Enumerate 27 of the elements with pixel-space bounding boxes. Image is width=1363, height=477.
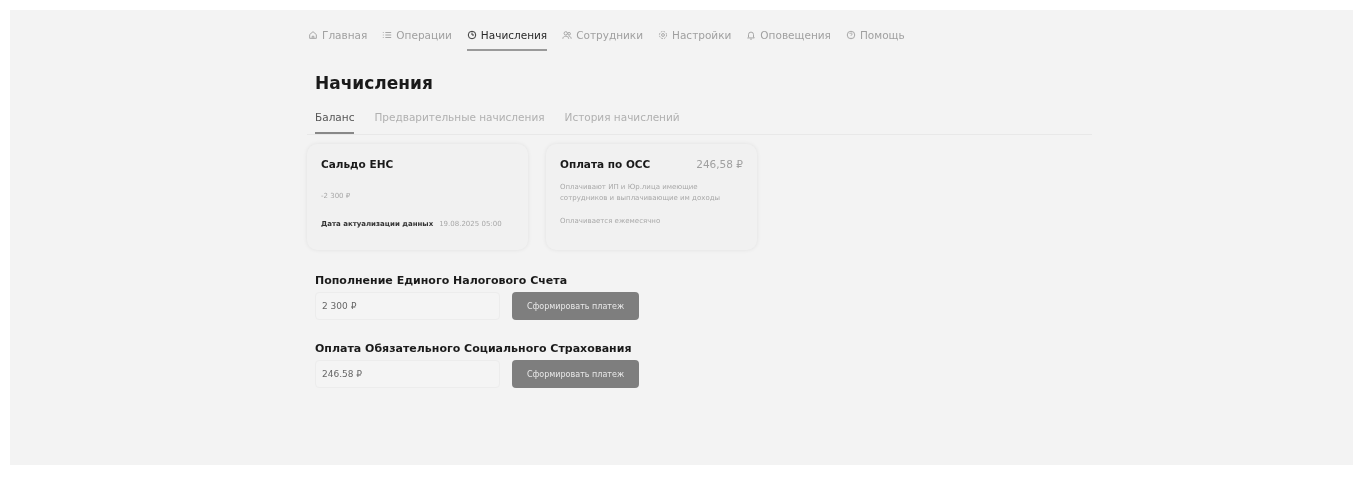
people-icon: [562, 30, 573, 40]
page-title: Начисления: [315, 73, 434, 93]
bell-icon: [746, 30, 757, 40]
amount-field[interactable]: 2 300 ₽: [315, 292, 500, 320]
card-title: Сальдо ЕНС: [321, 158, 395, 170]
help-icon: [845, 30, 856, 40]
nav-tab[interactable]: Главная: [308, 29, 368, 51]
generate-payment-button[interactable]: Сформировать платеж: [512, 292, 639, 320]
payment-amount: 246,58 ₽: [696, 158, 743, 170]
section-heading: Пополнение Единого Налогового Счета: [315, 274, 569, 287]
nav-tab[interactable]: Операции: [382, 29, 452, 51]
nav-tab[interactable]: Помощь: [845, 29, 905, 51]
tab[interactable]: Предварительные начисления: [374, 111, 545, 134]
nav-tab[interactable]: Сотрудники: [562, 29, 644, 51]
settings-icon: [658, 30, 669, 40]
generate-payment-button[interactable]: Сформировать платеж: [512, 360, 639, 388]
nav-tab[interactable]: Настройки: [658, 29, 732, 51]
tab[interactable]: Баланс: [315, 111, 355, 134]
card-title: Оплата по ОСС: [560, 158, 651, 170]
amount-field[interactable]: 246.58 ₽: [315, 360, 500, 388]
nav-tab[interactable]: Оповещения: [746, 29, 831, 51]
nav-tab[interactable]: Начисления: [466, 29, 548, 51]
list-icon: [382, 30, 393, 40]
clock-icon: [466, 30, 477, 40]
section-heading: Оплата Обязательного Социального Страхования: [315, 342, 633, 355]
tab[interactable]: История начислений: [564, 111, 680, 134]
home-icon: [308, 30, 318, 40]
